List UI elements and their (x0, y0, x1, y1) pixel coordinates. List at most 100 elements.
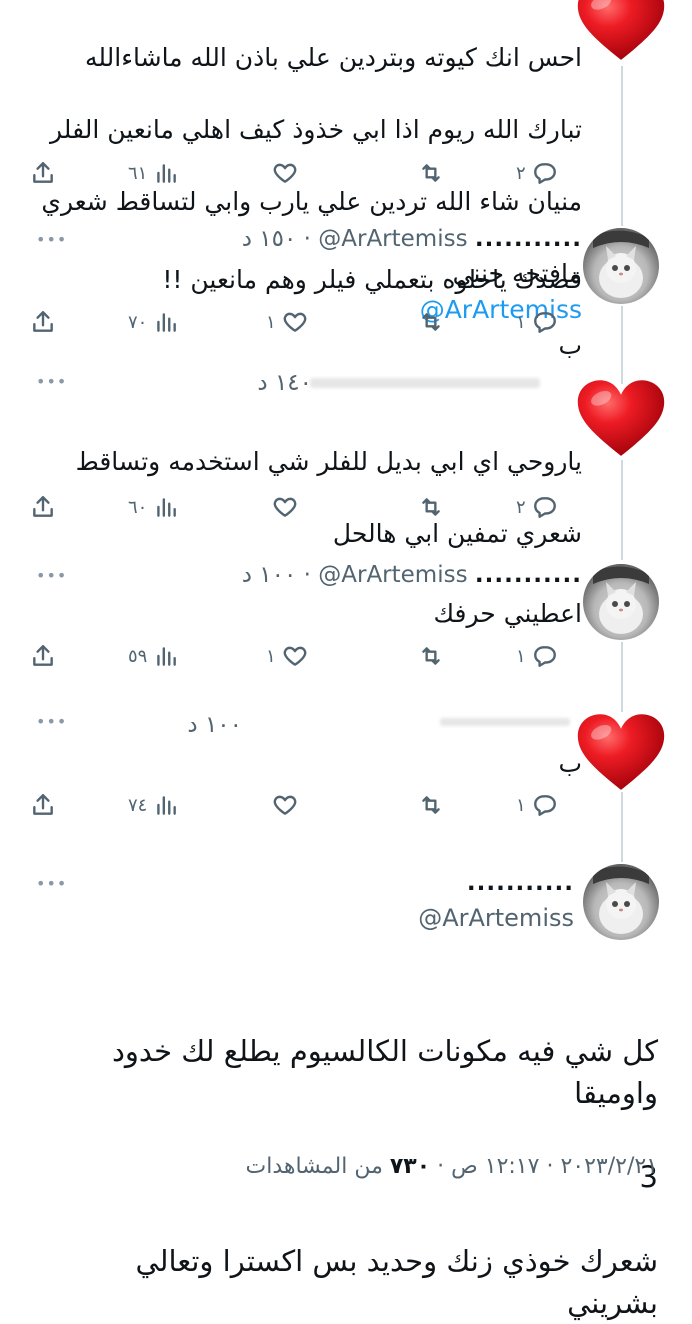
tweet-actions: ٧٤ ١ (30, 788, 570, 822)
header-separator: · (303, 226, 311, 252)
thread-connector (621, 306, 623, 384)
reply-bubble-icon (533, 795, 556, 816)
redacted-name (310, 378, 540, 388)
heart-outline-icon (273, 163, 297, 183)
more-button[interactable]: ••• (36, 566, 67, 585)
views-count: ٦٠ (128, 496, 148, 518)
more-button[interactable]: ••• (36, 372, 67, 391)
retweet-button[interactable] (412, 156, 444, 190)
reply-button[interactable]: ٢ (516, 156, 558, 190)
red-heart-avatar[interactable] (576, 0, 666, 64)
views-button[interactable]: ٧٠ (128, 305, 179, 339)
display-name[interactable]: ........... (467, 870, 574, 896)
tweet-text: اعطيني حرفك (433, 599, 582, 628)
views-bar-chart-icon (157, 647, 177, 666)
replies-count: ١ (516, 645, 526, 667)
thread-connector (621, 642, 623, 712)
retweet-icon (422, 796, 440, 814)
views-count: ٦١ (128, 162, 148, 184)
reply-bubble-icon (533, 163, 556, 184)
cat-avatar[interactable] (583, 864, 659, 940)
share-icon (33, 496, 53, 517)
tweet-actions: ٧٠ ١ ١ (30, 305, 570, 339)
share-icon (33, 311, 53, 332)
heart-outline-icon (273, 795, 297, 815)
more-dots-icon: ••• (36, 566, 68, 585)
retweet-icon (422, 498, 440, 516)
reply-button[interactable]: ١ (516, 639, 558, 673)
red-heart-avatar[interactable] (576, 712, 666, 794)
views-button[interactable]: ٦١ (128, 156, 179, 190)
retweet-icon (422, 313, 440, 331)
replies-count: ٢ (516, 162, 526, 184)
display-name[interactable]: ........... (475, 226, 582, 252)
like-button[interactable] (266, 788, 298, 822)
retweet-button[interactable] (412, 788, 444, 822)
reply-button[interactable]: ٢ (516, 490, 558, 524)
share-icon (33, 645, 53, 666)
share-button[interactable] (30, 305, 56, 339)
views-label[interactable]: من المشاهدات (246, 1154, 383, 1179)
reply-button[interactable]: ١ (516, 788, 558, 822)
cat-avatar-image (583, 864, 659, 940)
tweet-actions: ٥٩ ١ ١ (30, 639, 570, 673)
reply-bubble-icon (533, 312, 556, 333)
header-separator: · (303, 562, 311, 588)
retweet-button[interactable] (412, 305, 444, 339)
like-button[interactable]: ١ (266, 305, 308, 339)
views-button[interactable]: ٦٠ (128, 490, 179, 524)
views-bar-chart-icon (157, 164, 177, 183)
like-button[interactable]: ١ (266, 639, 308, 673)
share-button[interactable] (30, 156, 56, 190)
thread-connector (621, 460, 623, 560)
user-handle[interactable]: @ArArtemiss (318, 562, 467, 588)
likes-count: ١ (266, 645, 276, 667)
retweet-button[interactable] (412, 490, 444, 524)
tweet-text-line: تبارك الله ريوم اذا ابي خذوذ كيف اهلي ما… (50, 115, 582, 144)
share-button[interactable] (30, 788, 56, 822)
views-button[interactable]: ٥٩ (128, 639, 179, 673)
more-button[interactable]: ••• (36, 230, 67, 249)
more-button[interactable]: ••• (36, 874, 67, 893)
tweet-time[interactable]: ١٢:١٧ ص (451, 1154, 539, 1179)
meta-separator: · (437, 1154, 445, 1179)
like-button[interactable] (266, 156, 298, 190)
more-button[interactable]: ••• (36, 712, 67, 731)
cat-avatar[interactable] (583, 564, 659, 640)
user-handle[interactable]: @ArArtemiss (318, 226, 467, 252)
retweet-icon (422, 647, 440, 665)
cat-avatar-image (583, 228, 659, 304)
like-button[interactable] (266, 490, 298, 524)
views-button[interactable]: ٧٤ (128, 788, 179, 822)
views-bar-chart-icon (157, 796, 177, 815)
cat-avatar[interactable] (583, 228, 659, 304)
replies-count: ١ (516, 311, 526, 333)
retweet-icon (422, 164, 440, 182)
display-name[interactable]: ........... (475, 562, 582, 588)
replies-count: ٢ (516, 496, 526, 518)
tweet-date[interactable]: ٢٠٢٣/٢/٢١ (560, 1154, 658, 1179)
display-name-text: ........... (466, 870, 574, 896)
tweet-time: ١٠٠ د (187, 712, 242, 738)
reply-button[interactable]: ١ (516, 305, 558, 339)
views-bar-chart-icon (157, 498, 177, 517)
share-button[interactable] (30, 639, 56, 673)
tweet-header: ١٥٠ د · @ArArtemiss ........... (242, 226, 582, 252)
views-count: ٧٠ (128, 311, 148, 333)
heart-outline-icon (283, 646, 307, 666)
views-bar-chart-icon (157, 313, 177, 332)
tweet-meta: ٢٠٢٣/٢/٢١ · ١٢:١٧ ص · ٧٣٠ من المشاهدات (246, 1154, 659, 1179)
tweet-text: ب (558, 749, 582, 778)
user-handle[interactable]: @ArArtemiss (418, 904, 574, 932)
share-button[interactable] (30, 490, 56, 524)
retweet-button[interactable] (412, 639, 444, 673)
thread-connector (621, 66, 623, 226)
thread-connector (621, 792, 623, 862)
likes-count: ١ (266, 311, 276, 333)
tweet-text: ياروحي اي ابي بديل للفلر شي استخدمه وتسا… (76, 408, 582, 552)
views-count: ٧٣٠ (389, 1154, 431, 1179)
red-heart-avatar[interactable] (576, 378, 666, 460)
tweet-text: قصدك ياحلوه بتعملي فيلر وهم مانعين !! (162, 265, 582, 294)
more-dots-icon: ••• (36, 372, 68, 391)
redacted-name (440, 718, 570, 726)
